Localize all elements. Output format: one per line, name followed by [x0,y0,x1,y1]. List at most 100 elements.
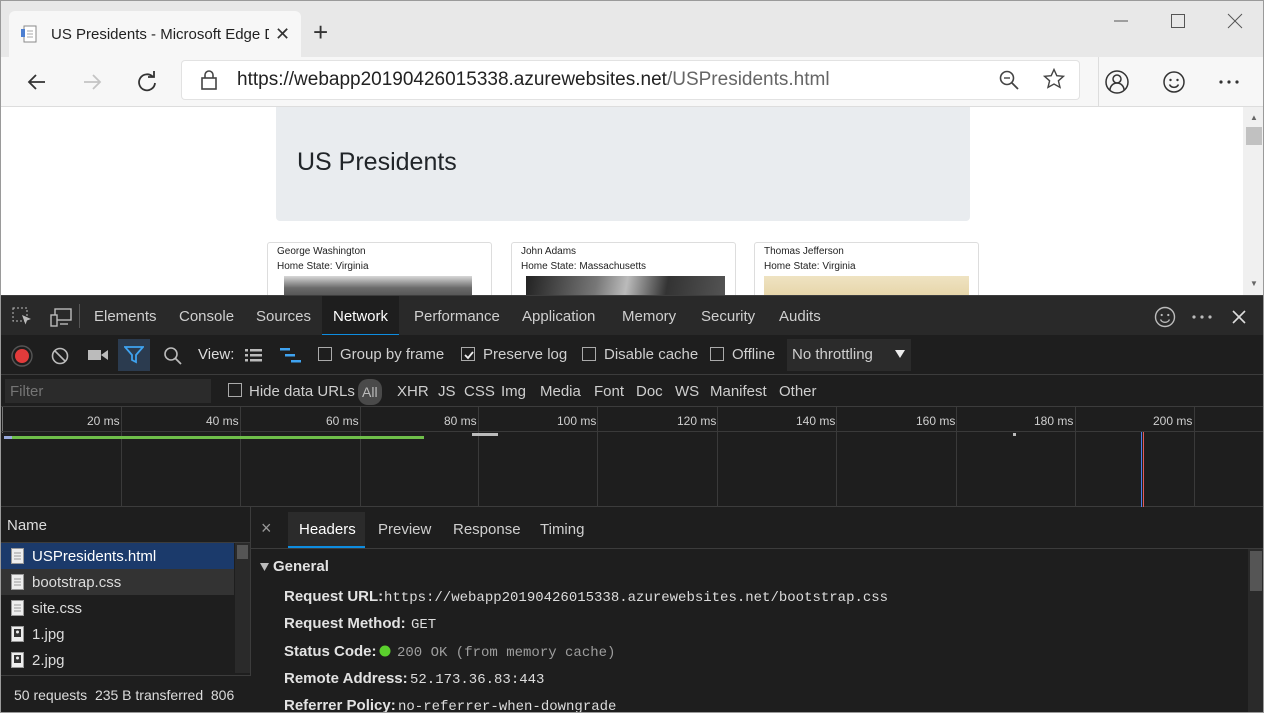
request-row[interactable]: 2.jpg [1,647,234,673]
back-arrow-icon [27,74,45,90]
filter-toggle[interactable] [118,339,150,371]
detail-scrollbar[interactable] [1248,549,1263,712]
detail-tab-response[interactable]: Response [453,521,521,538]
back-button[interactable] [22,67,52,97]
devtools-close-icon[interactable] [1232,310,1246,324]
president-card[interactable]: Thomas Jefferson Home State: Virginia [754,242,979,295]
filter-xhr[interactable]: XHR [397,383,429,400]
tab-network[interactable]: Network [322,296,399,336]
general-section-header[interactable]: General [273,558,329,575]
search-icon[interactable] [163,346,183,366]
favorite-star-icon[interactable] [1043,68,1065,90]
request-bar-gray [472,433,498,436]
refresh-button[interactable] [132,67,162,97]
president-card[interactable]: John Adams Home State: Massachusetts [511,242,736,295]
scrollbar-thumb[interactable] [1246,127,1262,145]
new-tab-button[interactable]: + [313,19,328,45]
detail-tab-timing[interactable]: Timing [540,521,584,538]
request-row-selected[interactable]: USPresidents.html [1,543,234,569]
address-bar[interactable]: https://webapp20190426015338.azurewebsit… [182,61,1079,99]
maximize-icon[interactable] [1170,9,1186,38]
tab-audits[interactable]: Audits [779,308,821,325]
record-icon[interactable] [11,345,33,367]
disable-cache-checkbox[interactable] [582,347,596,361]
waterfall-view-icon[interactable] [279,346,303,364]
tab-close-icon[interactable]: ✕ [275,24,290,45]
clear-icon[interactable] [50,346,70,366]
name-column-header[interactable]: Name [7,517,47,534]
close-detail-icon[interactable]: × [261,518,272,539]
throttling-select[interactable]: No throttling [787,339,911,371]
more-menu-button[interactable] [1214,67,1244,97]
url-host: https://webapp20190426015338.azurewebsit… [237,69,667,90]
hide-data-urls-checkbox[interactable] [228,383,242,397]
filter-manifest[interactable]: Manifest [710,383,767,400]
grid-line [478,407,479,507]
lock-icon [201,70,217,90]
filter-font[interactable]: Font [594,383,624,400]
filter-js[interactable]: JS [438,383,456,400]
grid-line [1075,407,1076,507]
inspect-element-icon[interactable] [12,307,34,327]
url-text[interactable]: https://webapp20190426015338.azurewebsit… [237,69,830,91]
throttling-value: No throttling [792,346,873,363]
request-list-scrollbar[interactable] [235,543,250,673]
header-value: 200 OK (from memory cache) [397,645,616,661]
scroll-down-icon[interactable]: ▼ [1250,279,1258,288]
filter-doc[interactable]: Doc [636,383,663,400]
profile-button[interactable] [1102,67,1132,97]
tab-console[interactable]: Console [179,308,234,325]
tab-application[interactable]: Application [522,308,595,325]
offline-label: Offline [732,346,776,363]
timeline-tick: 160 ms [916,414,956,428]
detail-tab-preview[interactable]: Preview [378,521,431,538]
filter-all[interactable]: All [362,384,378,400]
zoom-search-icon[interactable] [998,69,1020,91]
request-row[interactable]: site.css [1,595,234,621]
forward-button[interactable] [77,67,107,97]
preserve-log-checkbox[interactable] [461,347,475,361]
group-by-frame-checkbox[interactable] [318,347,332,361]
grid-line [717,407,718,507]
tab-elements[interactable]: Elements [94,308,157,325]
close-window-icon[interactable] [1227,9,1243,38]
dropdown-arrow-icon [895,350,905,358]
device-emulation-icon[interactable] [50,308,72,328]
screenshot-camera-icon[interactable] [87,348,109,362]
tab-performance[interactable]: Performance [414,308,500,325]
filter-media[interactable]: Media [540,383,581,400]
browser-tab[interactable]: US Presidents - Microsoft Edge D ✕ [9,11,301,57]
request-row[interactable]: 1.jpg [1,621,234,647]
network-overview[interactable]: 20 ms 40 ms 60 ms 80 ms 100 ms 120 ms 14… [1,407,1263,507]
scrollbar-thumb[interactable] [237,545,248,559]
filter-other[interactable]: Other [779,383,817,400]
offline-checkbox[interactable] [710,347,724,361]
minimize-icon[interactable] [1113,9,1129,38]
filter-css[interactable]: CSS [464,383,495,400]
scroll-up-icon[interactable]: ▲ [1250,113,1258,122]
feedback-smiley-icon[interactable] [1154,306,1176,328]
request-bar-green [4,436,424,439]
filter-img[interactable]: Img [501,383,526,400]
request-row[interactable]: bootstrap.css [1,569,234,595]
grid-line [836,407,837,507]
filter-input[interactable] [5,379,211,403]
list-view-icon[interactable] [244,347,264,363]
header-key: Remote Address: [284,670,408,687]
scrollbar-thumb[interactable] [1250,551,1262,591]
tab-security[interactable]: Security [701,308,755,325]
tab-memory[interactable]: Memory [622,308,676,325]
tab-title: US Presidents - Microsoft Edge D [51,25,269,43]
toolbar-divider [79,304,80,328]
feedback-button[interactable] [1159,67,1189,97]
filter-ws[interactable]: WS [675,383,699,400]
devtools-more-icon[interactable] [1191,314,1213,320]
detail-tab-headers[interactable]: Headers [288,512,365,548]
collapse-triangle-icon[interactable] [260,563,269,571]
header-key: Request Method: [284,615,406,632]
request-name: site.css [32,599,83,617]
tab-sources[interactable]: Sources [256,308,311,325]
president-card[interactable]: George Washington Home State: Virginia [267,242,492,295]
page-scrollbar[interactable]: ▲ ▼ [1243,107,1263,295]
timeline-tick: 40 ms [206,414,239,428]
